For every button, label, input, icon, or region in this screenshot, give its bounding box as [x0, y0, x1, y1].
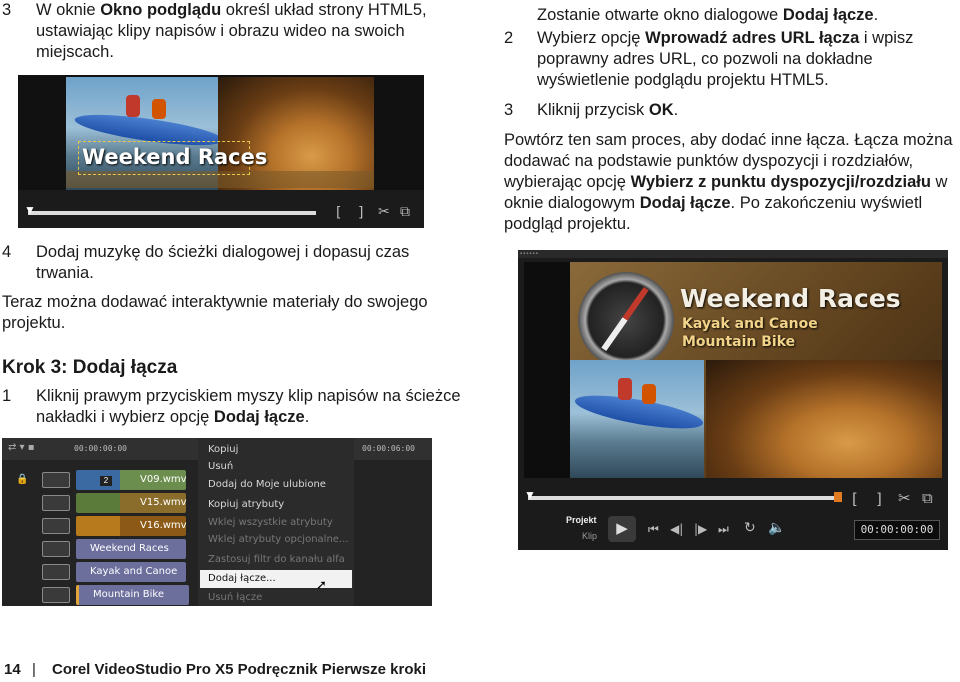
- mark-out-icon[interactable]: ]: [876, 490, 882, 508]
- scrubber-handle-icon[interactable]: ▼: [24, 203, 36, 217]
- step-number: 2: [504, 29, 514, 47]
- clip-label: V09.wmv: [140, 474, 187, 485]
- step-text: Wybierz opcję Wprowadź adres URL łącza i…: [537, 29, 914, 89]
- menu-item-copy[interactable]: Kopiuj: [208, 444, 238, 455]
- enlarge-icon[interactable]: ⧉: [922, 489, 933, 507]
- mark-in-icon[interactable]: [: [336, 205, 341, 221]
- step-number: 1: [2, 387, 12, 405]
- menu-item-copy-attributes[interactable]: Kopiuj atrybuty: [208, 499, 284, 510]
- footer-title: Corel VideoStudio Pro X5 Podręcznik Pier…: [52, 661, 427, 678]
- scrubber-bar[interactable]: [528, 496, 838, 500]
- title-clip-selected[interactable]: Mountain Bike: [76, 585, 189, 605]
- footer-separator: |: [32, 661, 36, 678]
- enlarge-icon[interactable]: ⧉: [400, 204, 410, 220]
- cut-icon[interactable]: ✂: [378, 204, 390, 220]
- track-manager-icon[interactable]: ⇄ ▾ ▪: [8, 442, 35, 453]
- previous-frame-icon[interactable]: ◀|: [670, 522, 683, 536]
- lock-icon[interactable]: 🔒: [16, 474, 28, 485]
- step-text: W oknie Okno podglądu określ układ stron…: [36, 1, 427, 61]
- step-number: 3: [504, 101, 514, 119]
- timecode-start: 00:00:00:00: [74, 444, 127, 453]
- clip-badge: 2: [100, 476, 112, 486]
- step-number: 4: [2, 243, 12, 261]
- menu-item-alpha-filter[interactable]: Zastosuj filtr do kanału alfa: [208, 554, 345, 565]
- step-text: Kliknij przycisk OK.: [537, 101, 679, 119]
- preview-title-1: Weekend Races: [680, 284, 901, 313]
- section-heading: Krok 3: Dodaj łącza: [2, 357, 178, 378]
- video-clip[interactable]: 2 V09.wmv: [76, 470, 187, 490]
- end-icon[interactable]: ⏭: [718, 522, 729, 537]
- title-track-icon[interactable]: [42, 587, 70, 603]
- timecode-end: 00:00:06:00: [362, 444, 415, 453]
- next-frame-icon[interactable]: |▶: [694, 522, 707, 536]
- repeat-icon[interactable]: ↻: [744, 520, 756, 536]
- paragraph: Zostanie otwarte okno dialogowe Dodaj łą…: [537, 6, 879, 24]
- title-track-icon[interactable]: [42, 541, 70, 557]
- home-icon[interactable]: ⏮: [648, 522, 659, 537]
- volume-icon[interactable]: 🔈: [768, 520, 785, 536]
- scrubber-bar[interactable]: [28, 211, 316, 215]
- clip-label: Kayak and Canoe: [90, 566, 178, 577]
- timecode-display[interactable]: 00:00:00:00: [854, 520, 940, 540]
- context-menu: Kopiuj Usuń Dodaj do Moje ulubione Kopiu…: [198, 438, 354, 606]
- step-text: Dodaj muzykę do ścieżki dialogowej i dop…: [36, 243, 410, 282]
- paragraph: Teraz można dodawać interaktywnie materi…: [2, 293, 428, 332]
- step-text: Kliknij prawym przyciskiem myszy klip na…: [36, 387, 461, 426]
- preview-window-screenshot: Weekend Races ▼ [ ] ✂ ⧉: [18, 75, 424, 228]
- menu-item-delete[interactable]: Usuń: [208, 461, 233, 472]
- menu-item-remove-link[interactable]: Usuń łącze: [208, 592, 262, 603]
- page-number: 14: [4, 661, 21, 678]
- clip-mode-label[interactable]: Klip: [582, 531, 597, 541]
- clip-label: Mountain Bike: [93, 589, 164, 600]
- preview-title-2: Kayak and Canoe: [682, 316, 818, 332]
- video-clip[interactable]: V16.wmv: [76, 516, 187, 536]
- title-track-icon[interactable]: [42, 564, 70, 580]
- mark-out-icon[interactable]: ]: [358, 205, 363, 221]
- video-clip[interactable]: V15.wmv: [76, 493, 187, 513]
- play-button[interactable]: ▶: [608, 516, 636, 542]
- trim-marker[interactable]: [834, 492, 842, 502]
- title-clip[interactable]: Weekend Races: [76, 539, 186, 559]
- paragraph: Powtórz ten sam proces, aby dodać inne ł…: [504, 131, 953, 233]
- scrubber-handle-icon[interactable]: ▼: [524, 488, 536, 502]
- clip-label: Weekend Races: [90, 543, 169, 554]
- video-track-icon[interactable]: [42, 472, 70, 488]
- menu-item-paste-all-attributes[interactable]: Wklej wszystkie atrybuty: [208, 517, 333, 528]
- overlay-track-icon[interactable]: [42, 518, 70, 534]
- bike-photo: [706, 360, 942, 478]
- project-preview-screenshot: ▪▪▪▪▪▪ Weekend Races Kayak and Canoe Mou…: [518, 250, 948, 550]
- timeline-screenshot: ⇄ ▾ ▪ 00:00:00:00 00:00:06:00 🔒 2 V09.wm…: [2, 438, 432, 606]
- title-clip[interactable]: Kayak and Canoe: [76, 562, 186, 582]
- project-mode-label[interactable]: Projekt: [566, 515, 597, 525]
- menu-item-add-link[interactable]: Dodaj łącze...: [208, 573, 276, 584]
- preview-title-3: Mountain Bike: [682, 334, 796, 350]
- menu-item-paste-optional-attributes[interactable]: Wklej atrybuty opcjonalne...: [208, 534, 348, 545]
- menu-item-add-favorites[interactable]: Dodaj do Moje ulubione: [208, 479, 326, 490]
- preview-title-text: Weekend Races: [82, 145, 268, 169]
- step-number: 3: [2, 1, 12, 19]
- clip-label: V15.wmv: [140, 497, 187, 508]
- mark-in-icon[interactable]: [: [852, 490, 858, 508]
- clip-label: V16.wmv: [140, 520, 187, 531]
- overlay-track-icon[interactable]: [42, 495, 70, 511]
- mouse-cursor-icon: ➚: [316, 578, 327, 593]
- cut-icon[interactable]: ✂: [898, 489, 911, 507]
